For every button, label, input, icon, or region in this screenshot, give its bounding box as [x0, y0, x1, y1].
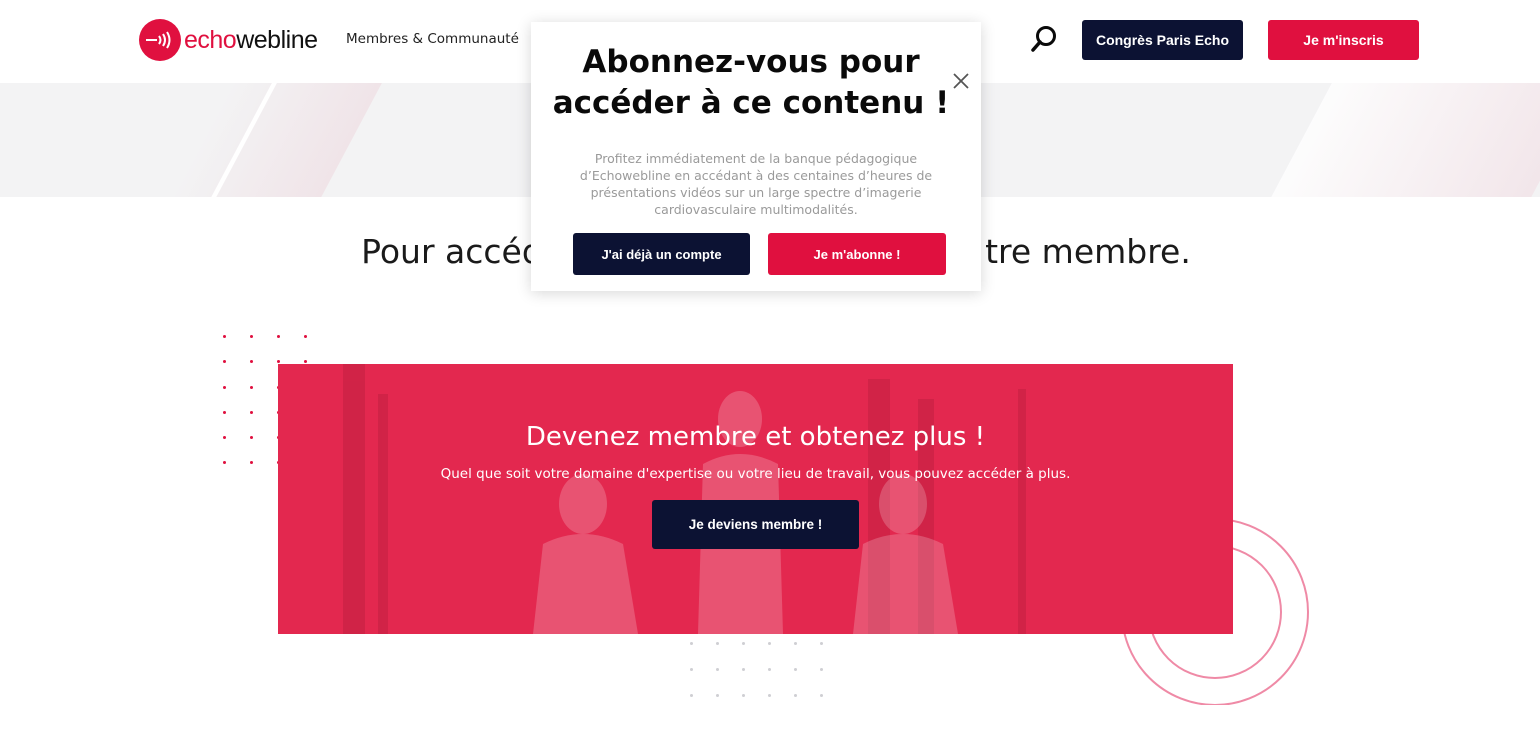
banner-background-photo [343, 364, 1026, 634]
inscription-button[interactable]: Je m'inscris [1268, 20, 1419, 60]
main-heading-part2: tre membre. [985, 232, 1191, 271]
logo-text: echowebline [184, 26, 318, 55]
logo-text-webline: webline [236, 25, 318, 54]
nav-membres-communaute[interactable]: Membres & Communauté [346, 31, 519, 47]
echo-logo-icon [139, 19, 181, 61]
become-member-button[interactable]: Je deviens membre ! [652, 500, 859, 549]
modal-description: Profitez immédiatement de la banque péda… [579, 151, 933, 217]
banner-title: Devenez membre et obtenez plus ! [525, 422, 986, 452]
membership-banner: Devenez membre et obtenez plus ! Quel qu… [278, 364, 1233, 634]
logo[interactable]: echowebline [139, 19, 318, 61]
existing-account-button[interactable]: J'ai déjà un compte [573, 233, 750, 275]
search-icon[interactable] [1029, 24, 1059, 54]
congres-paris-echo-button[interactable]: Congrès Paris Echo [1082, 20, 1243, 60]
modal-title-line1: Abonnez-vous pour [582, 44, 920, 80]
decorative-gray-dots [690, 642, 823, 697]
modal-title: Abonnez-vous pour accéder à ce contenu ! [531, 42, 971, 124]
hero-stripe [146, 83, 404, 197]
modal-title-line2: accéder à ce contenu ! [552, 85, 950, 121]
banner-subtitle: Quel que soit votre domaine d'expertise … [440, 466, 1071, 482]
hero-stripe [1246, 83, 1540, 197]
logo-text-echo: echo [184, 25, 237, 54]
subscribe-button[interactable]: Je m'abonne ! [768, 233, 946, 275]
subscribe-modal: Abonnez-vous pour accéder à ce contenu !… [531, 22, 981, 291]
close-icon[interactable] [951, 71, 971, 91]
